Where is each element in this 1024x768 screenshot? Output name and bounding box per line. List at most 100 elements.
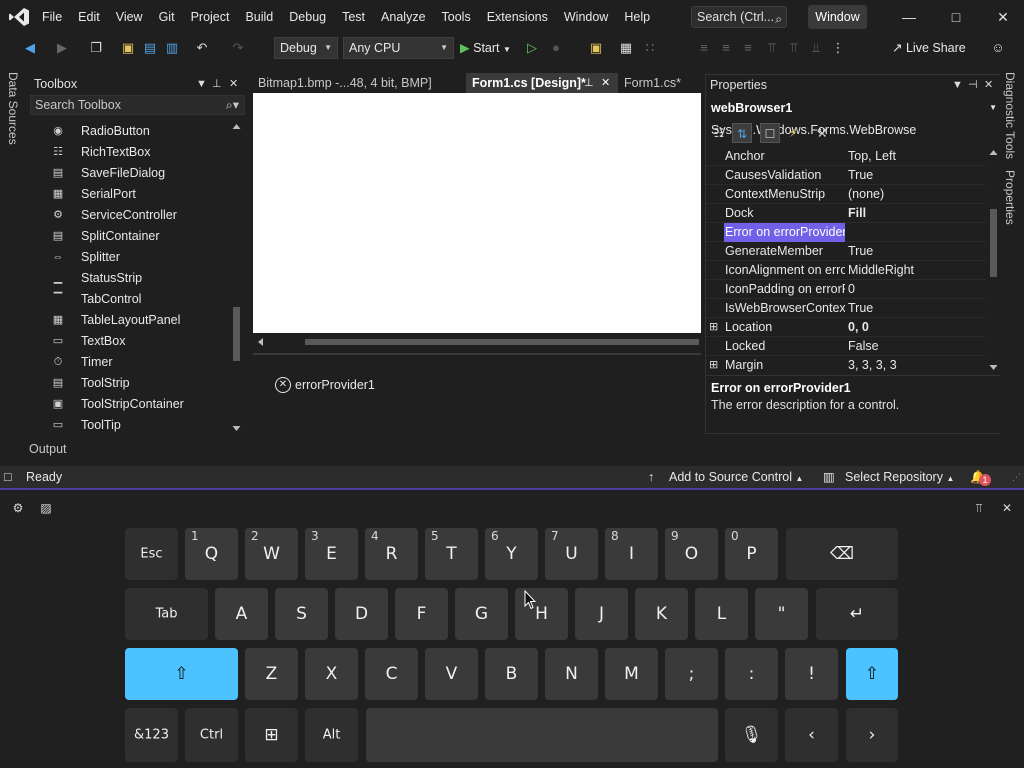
key-shift-left[interactable]: ⇧ [125, 648, 238, 700]
menu-test[interactable]: Test [334, 0, 373, 34]
key-i[interactable]: 8I [605, 528, 658, 580]
panel-menu-icon[interactable]: ▼ [196, 74, 207, 94]
key-p[interactable]: 0P [725, 528, 778, 580]
close-icon[interactable]: ✕ [229, 74, 238, 94]
key-tab[interactable]: Tab [125, 588, 208, 640]
toolbox-item-radiobutton[interactable]: ◉ RadioButton [30, 121, 230, 142]
property-value[interactable]: Top, Left [848, 147, 984, 166]
key-s[interactable]: S [275, 588, 328, 640]
align-center-icon[interactable]: ≡ [716, 38, 736, 58]
tab-bitmap[interactable]: Bitmap1.bmp -...48, 4 bit, BMP] [252, 73, 466, 93]
keyboard-dock-icon[interactable]: ⫪ [971, 500, 987, 516]
menu-file[interactable]: File [34, 0, 70, 34]
key-shift-right[interactable]: ⇧ [846, 648, 898, 700]
toolbox-search-input[interactable]: Search Toolbox ⌕▾ [30, 95, 245, 115]
pin-icon[interactable]: ⊥ [584, 73, 594, 93]
key-quote[interactable]: " [755, 588, 808, 640]
properties-tab[interactable]: Properties [1003, 170, 1017, 225]
back-icon[interactable]: ◀ [20, 38, 40, 58]
key-semicolon[interactable]: ; [665, 648, 718, 700]
keyboard-close-icon[interactable]: ✕ [999, 500, 1015, 516]
save-icon[interactable]: ▤ [140, 38, 160, 58]
key-exclamation[interactable]: ! [785, 648, 838, 700]
alphabetical-icon[interactable]: ⇅ [732, 123, 752, 143]
key-enter[interactable]: ↵ [816, 588, 898, 640]
menu-window[interactable]: Window [556, 0, 616, 34]
key-z[interactable]: Z [245, 648, 298, 700]
key-a[interactable]: A [215, 588, 268, 640]
layout-icon[interactable]: ▦ [616, 38, 636, 58]
menu-git[interactable]: Git [151, 0, 183, 34]
key-left[interactable]: ‹ [785, 708, 838, 762]
key-l[interactable]: L [695, 588, 748, 640]
key-colon[interactable]: : [725, 648, 778, 700]
property-row-locked[interactable]: Locked False [706, 337, 986, 356]
align-middle-icon[interactable]: ⫪ [784, 38, 804, 58]
key-ctrl[interactable]: Ctrl [185, 708, 238, 762]
component-error-provider[interactable]: ✕ errorProvider1 [275, 375, 375, 395]
menu-analyze[interactable]: Analyze [373, 0, 433, 34]
align-top-icon[interactable]: ⫪ [762, 38, 782, 58]
property-pages-icon[interactable]: ⚒ [812, 123, 832, 143]
maximize-button[interactable]: □ [933, 0, 979, 34]
key-f[interactable]: F [395, 588, 448, 640]
menu-extensions[interactable]: Extensions [479, 0, 556, 34]
property-grid-scrollbar[interactable] [987, 147, 1000, 373]
object-selector[interactable]: webBrowser1 System.Windows.Forms.WebBrow… [706, 97, 1000, 137]
start-button[interactable]: ▶ Start ▼ [460, 38, 511, 58]
property-row-contextmenustrip[interactable]: ContextMenuStrip (none) [706, 185, 986, 204]
new-project-icon[interactable]: ❐ [86, 38, 106, 58]
key-m[interactable]: M [605, 648, 658, 700]
key-u[interactable]: 7U [545, 528, 598, 580]
key-q[interactable]: 1Q [185, 528, 238, 580]
key-windows[interactable]: ⊞ [245, 708, 298, 762]
menu-edit[interactable]: Edit [70, 0, 108, 34]
toolbox-item-timer[interactable]: ⏱ Timer [30, 352, 230, 373]
pin-icon[interactable]: ⊣ [968, 75, 978, 95]
property-row-causesvalidation[interactable]: CausesValidation True [706, 166, 986, 185]
start-without-debugging-icon[interactable]: ▷ [522, 38, 542, 58]
pin-icon[interactable]: ⊥ [212, 74, 222, 94]
expand-icon[interactable]: ⊞ [709, 356, 721, 373]
property-value[interactable]: False [848, 337, 984, 356]
toolbox-item-tooltip[interactable]: ▭ ToolTip [30, 415, 230, 434]
property-row-iswebbrowsercontextmenuenabled[interactable]: IsWebBrowserContextMenuEnabledTrue [706, 299, 986, 318]
search-box[interactable]: Search (Ctrl... ⌕ [691, 6, 787, 28]
toolbox-item-serialport[interactable]: ▦ SerialPort [30, 184, 230, 205]
key-microphone[interactable]: 🎙 [725, 708, 778, 762]
key-d[interactable]: D [335, 588, 388, 640]
property-value[interactable]: True [848, 242, 984, 261]
property-row-location[interactable]: ⊞ Location 0, 0 [706, 318, 986, 337]
key-w[interactable]: 2W [245, 528, 298, 580]
add-to-source-control[interactable]: Add to Source Control ▲ [669, 466, 803, 488]
hot-reload-icon[interactable]: ● [546, 38, 566, 58]
minimize-button[interactable]: — [886, 0, 932, 34]
key-backspace[interactable]: ⌫ [786, 528, 898, 580]
keyboard-settings-icon[interactable]: ⚙ [10, 500, 26, 516]
property-value[interactable]: MiddleRight [848, 261, 984, 280]
select-repository[interactable]: Select Repository ▲ [845, 466, 954, 488]
key-space[interactable] [366, 708, 718, 762]
toolbox-item-toolstrip[interactable]: ▤ ToolStrip [30, 373, 230, 394]
key-r[interactable]: 4R [365, 528, 418, 580]
key-j[interactable]: J [575, 588, 628, 640]
property-value[interactable]: (none) [848, 185, 984, 204]
toolbox-item-splitter[interactable]: ⇔ Splitter [30, 247, 230, 268]
key-t[interactable]: 5T [425, 528, 478, 580]
grid-icon[interactable]: ∷ [640, 38, 660, 58]
toolbox-item-richtextbox[interactable]: ☷ RichTextBox [30, 142, 230, 163]
property-row-anchor[interactable]: Anchor Top, Left [706, 147, 986, 166]
key-e[interactable]: 3E [305, 528, 358, 580]
key-x[interactable]: X [305, 648, 358, 700]
key-esc[interactable]: Esc [125, 528, 178, 580]
open-folder-icon[interactable]: ▣ [118, 38, 138, 58]
property-value[interactable]: 3, 3, 3, 3 [848, 356, 984, 373]
key-n[interactable]: N [545, 648, 598, 700]
data-sources-tab[interactable]: Data Sources [6, 72, 20, 145]
property-value[interactable]: 0 [848, 280, 984, 299]
configuration-select[interactable]: Debug ▼ [274, 37, 338, 59]
key-right[interactable]: › [846, 708, 898, 762]
forward-icon[interactable]: ▶ [52, 38, 72, 58]
key-o[interactable]: 9O [665, 528, 718, 580]
menu-view[interactable]: View [108, 0, 151, 34]
